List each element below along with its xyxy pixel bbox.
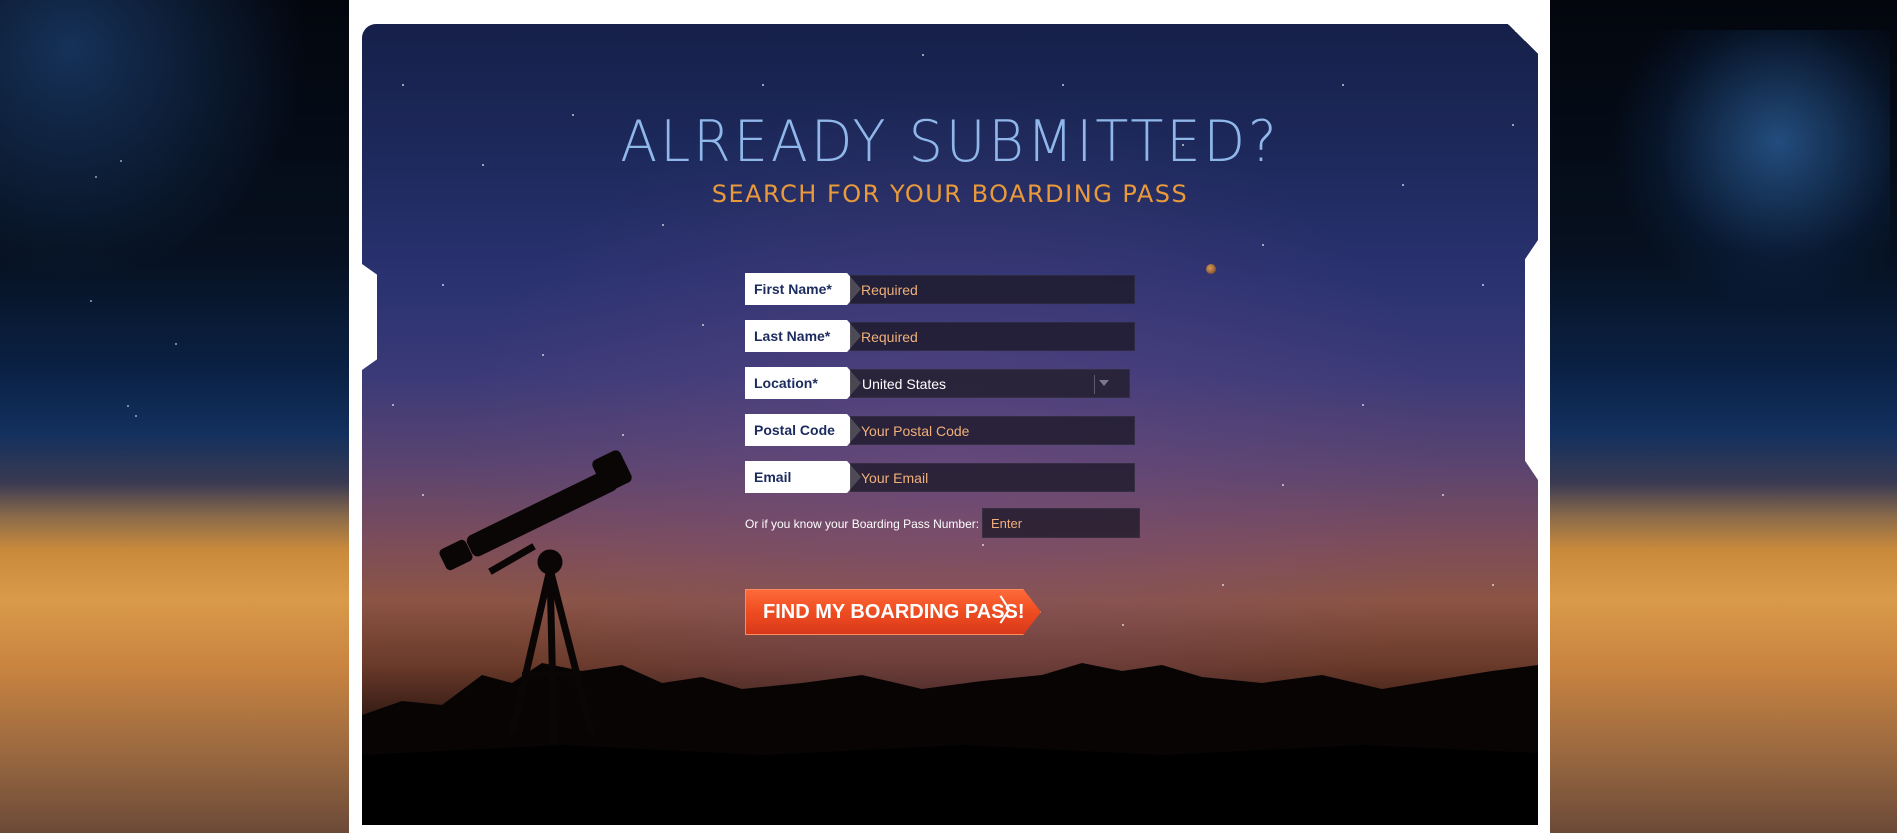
background-left — [0, 0, 349, 833]
find-boarding-pass-button[interactable]: FIND MY BOARDING PASS! 〉 — [745, 589, 1041, 635]
email-label: Email — [745, 461, 861, 493]
telescope-icon — [439, 450, 632, 745]
last-name-field[interactable]: Required — [850, 322, 1135, 351]
location-label: Location* — [745, 367, 861, 399]
last-name-row: Last Name* Required — [745, 320, 1165, 352]
planet — [1206, 264, 1216, 274]
first-name-field[interactable]: Required — [850, 275, 1135, 304]
panel-side-tab-left — [362, 264, 377, 370]
email-field[interactable]: Your Email — [850, 463, 1135, 492]
location-row: Location* United States — [745, 367, 1165, 399]
select-divider — [1094, 375, 1095, 394]
page-title: ALREADY SUBMITTED? — [620, 108, 1280, 175]
postal-code-field[interactable]: Your Postal Code — [850, 416, 1135, 445]
postal-code-label: Postal Code — [745, 414, 861, 446]
chevron-right-icon: 〉 — [998, 595, 1028, 628]
first-name-label: First Name* — [745, 273, 861, 305]
panel-side-tab-right — [1525, 240, 1538, 480]
corner-notch — [1508, 24, 1538, 54]
chevron-down-icon[interactable] — [1099, 380, 1109, 386]
boarding-pass-form: First Name* Required Last Name* Required… — [745, 273, 1165, 635]
boarding-pass-search-panel: ALREADY SUBMITTED? SEARCH FOR YOUR BOARD… — [362, 24, 1538, 825]
location-select[interactable]: United States — [850, 369, 1130, 398]
first-name-row: First Name* Required — [745, 273, 1165, 305]
location-selected-value: United States — [862, 375, 947, 392]
boarding-pass-number-label: Or if you know your Boarding Pass Number… — [745, 517, 980, 531]
postal-code-row: Postal Code Your Postal Code — [745, 414, 1165, 446]
boarding-pass-number-row: Or if you know your Boarding Pass Number… — [745, 507, 1165, 541]
page-subtitle: SEARCH FOR YOUR BOARDING PASS — [711, 180, 1189, 208]
email-row: Email Your Email — [745, 461, 1165, 493]
boarding-pass-number-field[interactable]: Enter — [982, 508, 1140, 538]
last-name-label: Last Name* — [745, 320, 861, 352]
background-right — [1550, 0, 1897, 833]
find-boarding-pass-label: FIND MY BOARDING PASS! — [763, 600, 1025, 623]
